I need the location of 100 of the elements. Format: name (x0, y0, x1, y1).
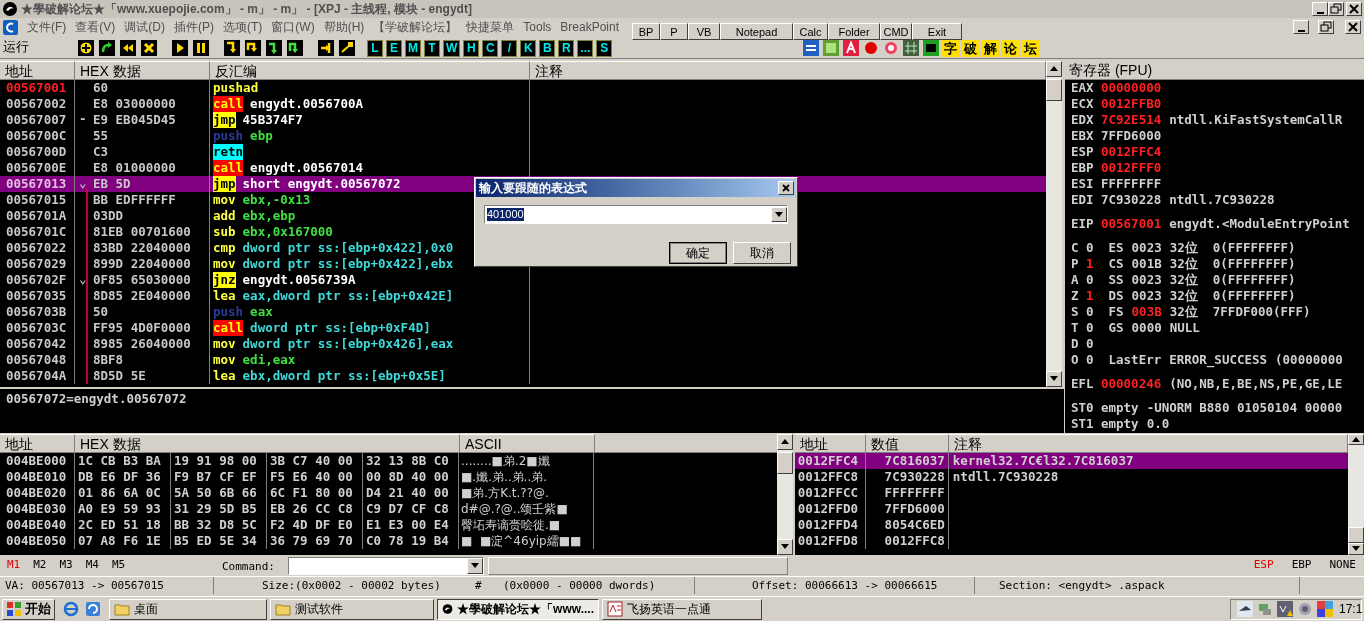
menu-item[interactable]: 窗口(W) (271, 18, 315, 37)
menu-item[interactable]: 选项(T) (223, 18, 263, 37)
restore-button[interactable] (1318, 20, 1334, 35)
curved-arrow-button[interactable] (98, 39, 115, 57)
column-header[interactable]: 注释 (948, 433, 1348, 453)
goto-button[interactable] (338, 39, 355, 57)
menu-item[interactable]: 插件(P) (174, 18, 214, 37)
scroll-up-button[interactable] (1348, 433, 1364, 446)
column-header[interactable]: 地址 (794, 433, 866, 453)
taskbar-button[interactable]: 测试软件 (270, 598, 434, 620)
menu-item[interactable]: 调试(D) (124, 18, 165, 37)
quick-button[interactable]: CMD (880, 23, 912, 40)
memory-tab[interactable]: M2 (33, 557, 47, 574)
toolbar-button[interactable]: E (386, 39, 402, 57)
dialog-button[interactable]: 确定 (669, 242, 727, 264)
memory-tab[interactable]: M5 (112, 557, 126, 574)
menu-item[interactable]: 快捷菜单 (466, 18, 515, 37)
return-arrow-button[interactable] (317, 39, 334, 57)
close-button[interactable] (1345, 20, 1361, 35)
menu-item[interactable]: 查看(V) (75, 18, 116, 37)
toolbar-button[interactable]: C (482, 39, 499, 57)
vertical-scrollbar[interactable] (1046, 60, 1062, 387)
browser-launcher[interactable] (62, 600, 80, 619)
quick-button[interactable]: VB (688, 23, 720, 40)
target-button[interactable] (882, 39, 900, 57)
toolbar-button[interactable]: R (558, 39, 575, 57)
expression-field[interactable]: 401000 (484, 205, 788, 224)
rewind-button[interactable] (119, 39, 136, 57)
menu-item[interactable]: BreakPoint (560, 18, 620, 37)
quick-button[interactable]: Folder (828, 23, 880, 40)
trace-into-button[interactable] (265, 39, 282, 57)
toolbar-button[interactable]: 坛 (1022, 39, 1040, 57)
column-header[interactable]: HEX 数据 (75, 433, 460, 453)
record-button[interactable] (862, 39, 880, 57)
column-header[interactable]: 地址 (0, 433, 75, 453)
stack-mode-button[interactable]: EBP (1291, 557, 1312, 574)
window-button[interactable] (822, 39, 840, 57)
minimize-button[interactable] (1312, 2, 1328, 16)
start-button[interactable]: 开始 (2, 598, 55, 620)
toolbar-button[interactable]: ... (577, 39, 594, 57)
quick-button[interactable]: Calc (793, 23, 828, 40)
toolbar-button[interactable]: 解 (982, 39, 1000, 57)
dialog-button[interactable]: 取消 (733, 242, 791, 264)
scroll-down-button[interactable] (1046, 370, 1062, 387)
scroll-up-button[interactable] (1046, 60, 1062, 77)
taskbar-button[interactable]: ★學破解论坛★「www.... (437, 598, 599, 620)
column-header[interactable]: 反汇编 (210, 60, 530, 80)
close-button[interactable] (140, 39, 157, 57)
trace-over-button[interactable] (286, 39, 303, 57)
toolbar-button[interactable]: H (463, 39, 480, 57)
toolbar-button[interactable]: L (367, 39, 383, 57)
column-header[interactable]: HEX 数据 (75, 60, 210, 80)
step-into-button[interactable] (223, 39, 240, 57)
segment-name: SS (1108, 271, 1124, 290)
toolbar-button[interactable]: B (539, 39, 556, 57)
toolbar-button[interactable]: W (443, 39, 461, 57)
scrollbar-thumb[interactable] (1348, 527, 1364, 543)
toolbar-button[interactable]: 破 (962, 39, 980, 57)
toolbar-button[interactable]: S (596, 39, 613, 57)
close-button[interactable] (778, 181, 794, 195)
menu-item[interactable]: 帮助(H) (323, 18, 365, 37)
grid-button[interactable] (902, 39, 920, 57)
pause-button[interactable] (192, 39, 209, 57)
taskbar-button[interactable]: 飞扬英语一点通 (602, 598, 762, 620)
quick-button[interactable]: P (660, 23, 688, 40)
flag-value: 0 (1086, 351, 1094, 370)
vertical-scrollbar[interactable] (1348, 433, 1364, 555)
operand-text: engydt.0056700A (250, 95, 363, 112)
column-header[interactable]: ASCII (460, 433, 595, 453)
menu-item[interactable]: 文件(F) (27, 18, 67, 37)
step-over-button[interactable] (244, 39, 261, 57)
segment-info: 32位 7FFDF000(FFF) (1169, 303, 1311, 322)
menu-item[interactable]: Tools (523, 18, 552, 37)
refresh-launcher[interactable] (84, 600, 102, 619)
quick-button[interactable]: Notepad (720, 23, 793, 40)
quick-button[interactable]: Exit (912, 23, 962, 40)
column-header[interactable]: 数值 (865, 433, 949, 453)
scrollbar-thumb[interactable] (1046, 78, 1062, 101)
toolbar-button[interactable]: 论 (1002, 39, 1020, 57)
memory-tab[interactable]: M4 (85, 557, 99, 574)
stack-mode-button[interactable]: NONE (1329, 557, 1356, 574)
command-field[interactable] (288, 556, 484, 575)
toolbar-button[interactable]: / (501, 39, 518, 57)
letter-button[interactable] (842, 39, 860, 57)
toolbar-button[interactable]: M (405, 39, 421, 57)
memory-tab[interactable]: M3 (59, 557, 73, 574)
column-header[interactable]: 注释 (530, 60, 1046, 80)
play-button[interactable] (171, 39, 188, 57)
column-header[interactable]: 地址 (0, 60, 75, 80)
quick-button[interactable]: BP (632, 23, 660, 40)
restore-button[interactable] (1328, 2, 1344, 16)
menu-item[interactable]: 【学破解论坛】 (373, 18, 458, 37)
close-button[interactable] (1346, 2, 1362, 16)
taskbar-button[interactable]: 桌面 (109, 598, 267, 620)
address-cell: 0056700E (6, 159, 67, 175)
toolbar-button[interactable]: T (424, 39, 440, 57)
toolbar-button[interactable]: K (520, 39, 537, 57)
minimize-button[interactable] (1293, 20, 1309, 35)
address-cell: 00567035 (6, 287, 67, 303)
plus-button[interactable] (77, 39, 94, 57)
